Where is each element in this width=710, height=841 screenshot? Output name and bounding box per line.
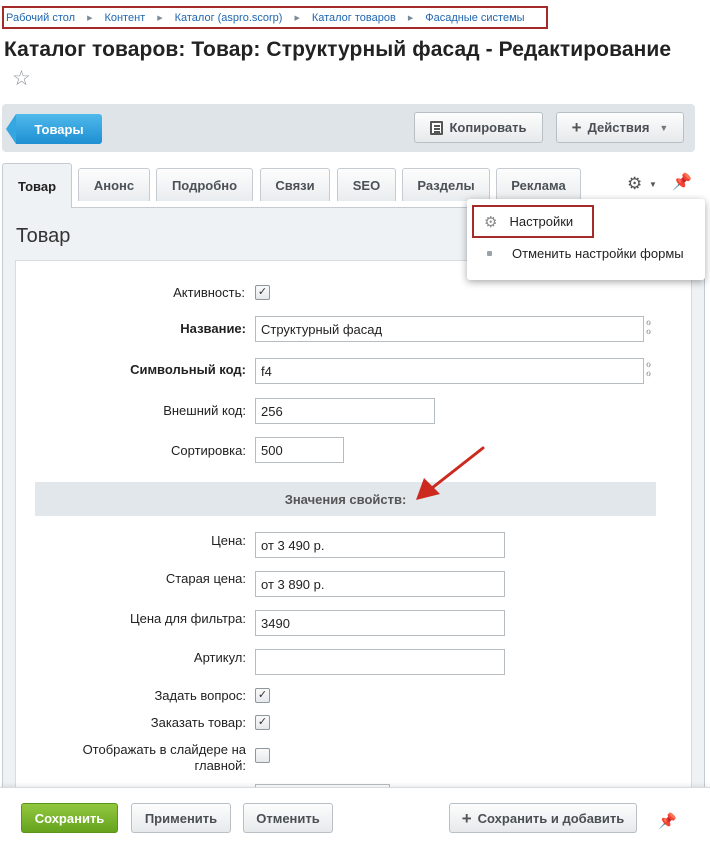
properties-header: Значения свойств: <box>35 482 656 516</box>
breadcrumb: Рабочий стол ▶ Контент ▶ Каталог (aspro.… <box>2 6 548 29</box>
save-and-add-button[interactable]: + Сохранить и добавить <box>449 803 637 833</box>
copy-button[interactable]: Копировать <box>414 112 543 143</box>
name-label: Название: <box>180 321 246 336</box>
chevron-down-icon: ▼ <box>659 122 669 133</box>
external-code-label: Внешний код: <box>163 403 246 418</box>
ask-question-checkbox[interactable]: ✓ <box>255 688 270 703</box>
active-label: Активность: <box>173 285 245 300</box>
annotation-arrow-icon <box>416 446 485 500</box>
article-label: Артикул: <box>193 650 246 665</box>
slider-label-line1: Отображать в слайдере на <box>82 742 246 757</box>
breadcrumb-item-desktop[interactable]: Рабочий стол <box>6 12 75 24</box>
save-button[interactable]: Сохранить <box>21 803 118 833</box>
save-and-add-label: Сохранить и добавить <box>477 810 625 826</box>
tab-details[interactable]: Подробно <box>156 168 253 201</box>
copy-icon <box>430 120 444 135</box>
gear-icon: ⚙ <box>484 213 498 231</box>
plus-icon: + <box>461 808 472 828</box>
tab-sections[interactable]: Разделы <box>402 168 490 201</box>
old-price-label: Старая цена: <box>165 571 246 586</box>
old-price-input[interactable] <box>255 571 505 597</box>
pin-icon[interactable]: 📌 <box>658 812 677 830</box>
external-code-input[interactable] <box>255 398 435 424</box>
actions-button-label: Действия <box>587 120 650 135</box>
active-checkbox[interactable]: ✓ <box>255 285 270 300</box>
sort-label: Сортировка: <box>171 443 246 458</box>
section-title: Товар <box>16 225 71 247</box>
breadcrumb-separator-icon: ▶ <box>157 14 163 22</box>
breadcrumb-separator-icon: ▶ <box>87 14 93 22</box>
order-product-checkbox[interactable]: ✓ <box>255 715 270 730</box>
tab-links[interactable]: Связи <box>260 168 330 201</box>
ask-question-label: Задать вопрос: <box>154 688 246 703</box>
tab-ads[interactable]: Реклама <box>496 168 581 201</box>
breadcrumb-separator-icon: ▶ <box>294 14 300 22</box>
actions-button[interactable]: + Действия ▼ <box>556 112 684 143</box>
apply-button[interactable]: Применить <box>131 803 231 833</box>
tab-seo[interactable]: SEO <box>337 168 396 201</box>
back-to-products-button[interactable]: Товары <box>6 114 102 144</box>
settings-menu-item[interactable]: ⚙ Настройки <box>472 205 594 238</box>
link-chain-icon[interactable]: ℴℴ <box>646 317 651 337</box>
reset-form-settings-label: Отменить настройки формы <box>512 246 684 261</box>
reset-form-settings-menu-item[interactable]: Отменить настройки формы <box>487 246 684 261</box>
code-input[interactable] <box>255 358 644 384</box>
price-input[interactable] <box>255 532 505 558</box>
chevron-down-icon[interactable]: ▼ <box>649 180 657 189</box>
slider-label-line2: главной: <box>194 758 246 773</box>
page-title: Каталог товаров: Товар: Структурный фаса… <box>4 38 672 61</box>
sort-input[interactable] <box>255 437 344 463</box>
plus-icon: + <box>571 118 582 137</box>
copy-button-label: Копировать <box>449 120 527 135</box>
gear-icon[interactable]: ⚙ <box>627 174 642 194</box>
price-label: Цена: <box>211 533 246 548</box>
tab-announce[interactable]: Анонс <box>78 168 150 201</box>
order-product-label: Заказать товар: <box>150 715 246 730</box>
breadcrumb-item-product-catalog[interactable]: Каталог товаров <box>312 12 396 24</box>
link-chain-icon[interactable]: ℴℴ <box>646 359 651 379</box>
code-label: Символьный код: <box>130 362 246 377</box>
cancel-button[interactable]: Отменить <box>243 803 333 833</box>
toolbar: Товары Копировать + Действия ▼ <box>2 104 695 152</box>
breadcrumb-item-catalog[interactable]: Каталог (aspro.scorp) <box>175 12 283 24</box>
bullet-icon <box>487 251 492 256</box>
favorite-star-icon[interactable]: ☆ <box>12 66 31 91</box>
breadcrumb-item-facade-systems[interactable]: Фасадные системы <box>425 12 524 24</box>
form-footer: Сохранить Применить Отменить + Сохранить… <box>0 787 710 841</box>
slider-checkbox[interactable] <box>255 748 270 763</box>
filter-price-input[interactable] <box>255 610 505 636</box>
settings-dropdown: ⚙ Настройки Отменить настройки формы <box>467 199 705 280</box>
breadcrumb-separator-icon: ▶ <box>407 14 414 22</box>
article-input[interactable] <box>255 649 505 675</box>
tab-product[interactable]: Товар <box>2 163 72 208</box>
slider-label: Отображать в слайдере на главной: <box>0 742 246 774</box>
settings-menu-item-label: Настройки <box>509 214 574 229</box>
filter-price-label: Цена для фильтра: <box>129 611 246 626</box>
breadcrumb-item-content[interactable]: Контент <box>104 12 145 24</box>
name-input[interactable] <box>255 316 644 342</box>
pin-icon[interactable]: 📌 <box>672 172 692 192</box>
